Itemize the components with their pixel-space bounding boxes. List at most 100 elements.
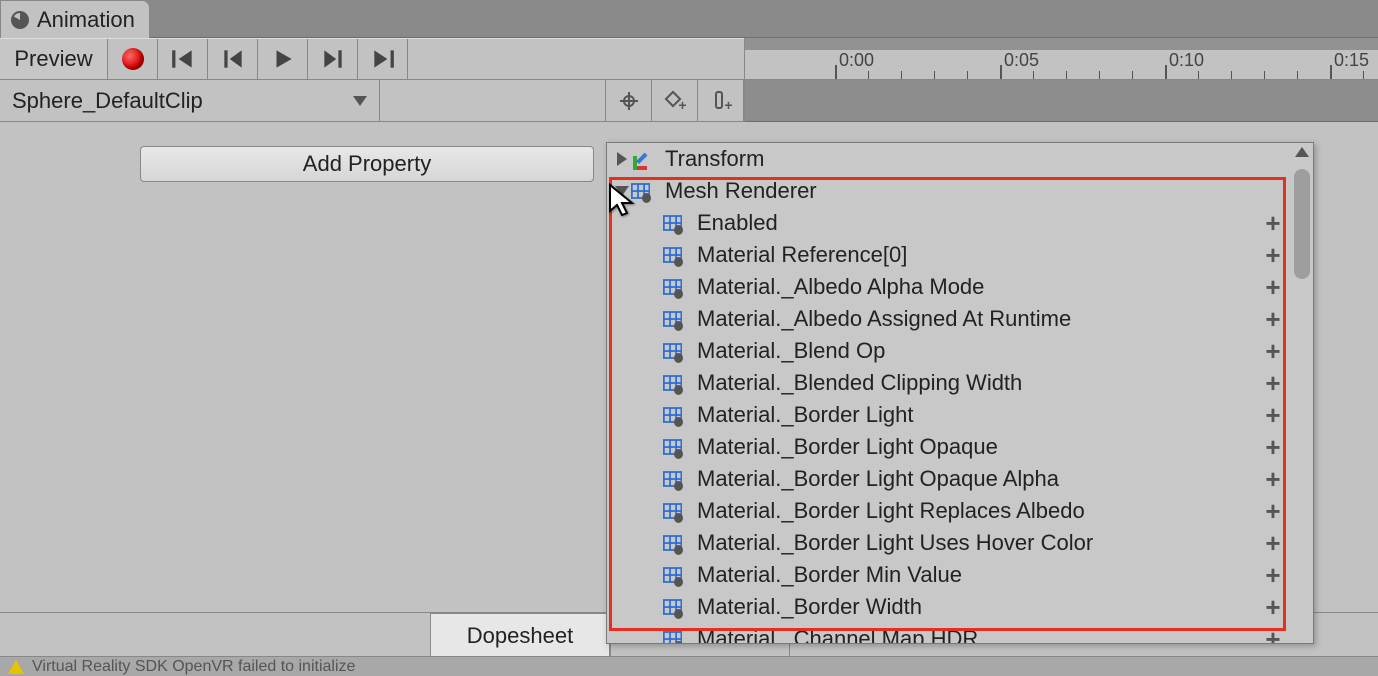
visibility-dot-icon (642, 193, 651, 203)
warning-icon (8, 660, 24, 674)
add-property-plus-button[interactable]: + (1261, 243, 1285, 267)
tree-item-label: Material._Border Width (697, 594, 922, 620)
tree-item[interactable]: Enabled+ (607, 207, 1291, 239)
transform-label: Transform (665, 146, 764, 172)
add-property-plus-button[interactable]: + (1261, 339, 1285, 363)
window-titlebar-strip (0, 0, 1378, 38)
tree-item-label: Material._Border Min Value (697, 562, 962, 588)
record-icon (122, 48, 144, 70)
visibility-dot-icon (674, 609, 683, 619)
clip-row-gap (380, 80, 606, 121)
visibility-dot-icon (674, 321, 683, 331)
status-text: Virtual Reality SDK OpenVR failed to ini… (32, 658, 355, 676)
tree-item-label: Material._Channel Map HDR (697, 626, 978, 643)
add-property-plus-button[interactable]: + (1261, 627, 1285, 643)
tree-item[interactable]: Material._Channel Map HDR + (607, 623, 1291, 643)
visibility-dot-icon (674, 449, 683, 459)
popup-scrollbar[interactable] (1291, 143, 1313, 643)
add-property-popup: Transform Mesh Renderer Enabled+Material R… (606, 142, 1314, 644)
preview-label: Preview (14, 46, 92, 72)
timeline-track-area[interactable] (745, 80, 1378, 122)
expand-right-icon (617, 152, 627, 166)
play-icon (270, 46, 296, 72)
record-button[interactable] (108, 39, 158, 79)
crosshair-icon (620, 92, 638, 110)
tree-item[interactable]: Material._Border Light + (607, 399, 1291, 431)
add-keyframe-button[interactable]: + (652, 80, 698, 121)
add-property-plus-button[interactable]: + (1261, 403, 1285, 427)
tree-item[interactable]: Material Reference[0]+ (607, 239, 1291, 271)
tree-item-label: Material._Albedo Assigned At Runtime (697, 306, 1071, 332)
visibility-dot-icon (674, 289, 683, 299)
visibility-dot-icon (674, 513, 683, 523)
visibility-dot-icon (674, 353, 683, 363)
add-property-plus-button[interactable]: + (1261, 595, 1285, 619)
tree-item-label: Material._Border Light Replaces Albedo (697, 498, 1085, 524)
add-property-plus-button[interactable]: + (1261, 211, 1285, 235)
add-property-plus-button[interactable]: + (1261, 435, 1285, 459)
mesh-renderer-label: Mesh Renderer (665, 178, 817, 204)
tree-item-label: Material._Albedo Alpha Mode (697, 274, 984, 300)
skip-first-icon (170, 46, 196, 72)
tree-item[interactable]: Material._Border Min Value + (607, 559, 1291, 591)
add-property-plus-button[interactable]: + (1261, 275, 1285, 299)
timeline-label: 0:00 (839, 50, 874, 71)
add-property-label: Add Property (303, 151, 431, 177)
dropdown-triangle-icon (353, 96, 367, 106)
add-property-plus-button[interactable]: + (1261, 371, 1285, 395)
clip-name: Sphere_DefaultClip (12, 88, 203, 114)
step-next-icon (320, 46, 346, 72)
add-event-button[interactable]: + (698, 80, 744, 121)
play-button[interactable] (258, 39, 308, 79)
scrollbar-up-icon (1295, 147, 1309, 157)
tree-item[interactable]: Material._Border Light Opaque Alpha+ (607, 463, 1291, 495)
status-bar: Virtual Reality SDK OpenVR failed to ini… (0, 656, 1378, 676)
tree-item[interactable]: Material._Blend Op + (607, 335, 1291, 367)
timeline-ruler[interactable]: 0:000:050:100:15 (745, 50, 1378, 80)
tree-item-label: Material._Border Light (697, 402, 913, 428)
tree-item[interactable]: Material._Border Light Opaque+ (607, 431, 1291, 463)
clip-dropdown[interactable]: Sphere_DefaultClip (0, 80, 380, 121)
tree-item[interactable]: Material._Albedo Assigned At Runtime + (607, 303, 1291, 335)
add-property-plus-button[interactable]: + (1261, 499, 1285, 523)
filter-by-selection-button[interactable] (606, 80, 652, 121)
add-property-button[interactable]: Add Property (140, 146, 594, 182)
tree-item-label: Material._Blend Op (697, 338, 885, 364)
visibility-dot-icon (674, 385, 683, 395)
diamond-plus-icon: + (665, 91, 685, 111)
tree-item[interactable]: Material._Albedo Alpha Mode + (607, 271, 1291, 303)
tree-item-label: Material._Blended Clipping Width (697, 370, 1022, 396)
clip-row: Sphere_DefaultClip + + (0, 80, 744, 122)
dopesheet-tab[interactable]: Dopesheet (430, 613, 610, 658)
tree-item[interactable]: Material._Border Width + (607, 591, 1291, 623)
add-property-plus-button[interactable]: + (1261, 563, 1285, 587)
tree-item[interactable]: Material._Border Light Replaces Albedo + (607, 495, 1291, 527)
add-property-plus-button[interactable]: + (1261, 467, 1285, 491)
preview-toggle[interactable]: Preview (0, 39, 108, 79)
timeline-label: 0:05 (1004, 50, 1039, 71)
add-property-plus-button[interactable]: + (1261, 531, 1285, 555)
event-plus-icon: + (711, 91, 731, 111)
tree-item-mesh-renderer[interactable]: Mesh Renderer (607, 175, 1291, 207)
visibility-dot-icon (674, 417, 683, 427)
last-keyframe-button[interactable] (358, 39, 408, 79)
scrollbar-thumb[interactable] (1294, 169, 1310, 279)
prev-keyframe-button[interactable] (208, 39, 258, 79)
tree-item[interactable]: Material._Blended Clipping Width + (607, 367, 1291, 399)
timeline-header-strip (745, 38, 1378, 50)
tree-item-transform[interactable]: Transform (607, 143, 1291, 175)
tree-item[interactable]: Material._Border Light Uses Hover Color + (607, 527, 1291, 559)
visibility-dot-icon (674, 225, 683, 235)
dopesheet-label: Dopesheet (467, 623, 573, 649)
first-keyframe-button[interactable] (158, 39, 208, 79)
tree-item-label: Material._Border Light Uses Hover Color (697, 530, 1093, 556)
next-keyframe-button[interactable] (308, 39, 358, 79)
add-property-plus-button[interactable]: + (1261, 307, 1285, 331)
animation-tab[interactable]: Animation (0, 0, 150, 38)
expand-down-icon (615, 186, 629, 196)
visibility-dot-icon (674, 481, 683, 491)
animation-tab-icon (11, 11, 29, 29)
property-tree: Transform Mesh Renderer Enabled+Material R… (607, 143, 1291, 643)
timeline-label: 0:10 (1169, 50, 1204, 71)
step-prev-icon (220, 46, 246, 72)
